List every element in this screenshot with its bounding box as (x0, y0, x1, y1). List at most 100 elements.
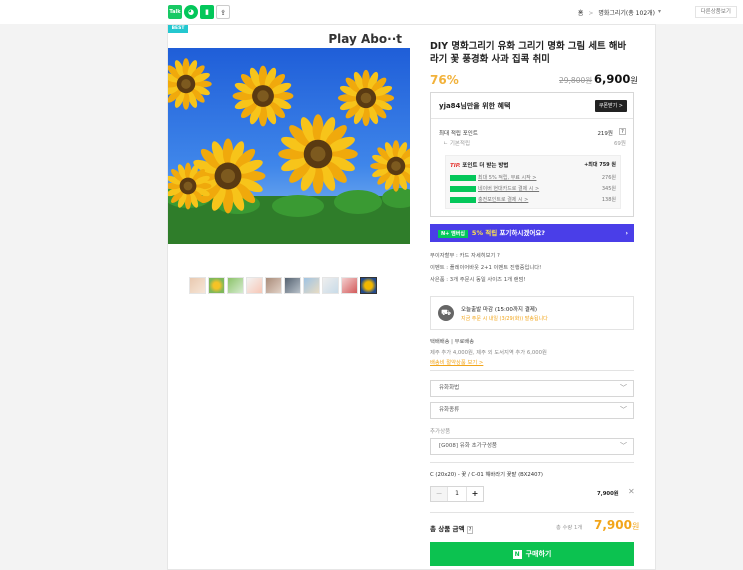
option-select-method[interactable]: 유화화법 ﹀ (430, 380, 634, 397)
thumbnail[interactable] (189, 277, 206, 294)
shipping-extra: 제주 추가 4,000원, 제주 외 도서지역 추가 6,000원 (430, 350, 547, 356)
thumbnail[interactable] (322, 277, 339, 294)
bookmark-icon[interactable]: ▮ (200, 5, 214, 19)
installment-info[interactable]: 무이자할부 : 카드 자세히보기 ? (430, 251, 500, 259)
store-logo-icon[interactable]: ◕ (184, 5, 198, 19)
tip-box: TIP. 포인트 더 받는 방법 +최대 759 원 최대 5% 적립, 무료 … (445, 155, 621, 209)
npay-badge-icon (450, 185, 476, 192)
banner-highlight: 5% 적립 (471, 229, 498, 237)
thumbnail-strip (189, 277, 377, 294)
banner-text: 포기하시겠어요? (497, 229, 546, 237)
sale-price-value: 6,900 (594, 72, 631, 86)
brand-logo: Play Abo··t (328, 32, 402, 46)
total-price-value: 7,900 (594, 518, 632, 532)
best-badge: BEST (168, 25, 188, 33)
option-select-type[interactable]: 유화종류 ﹀ (430, 402, 634, 419)
tip-title: TIP. 포인트 더 받는 방법 (450, 161, 509, 169)
tip-row-value: 138원 (601, 197, 616, 203)
sunflower (337, 69, 395, 127)
top-bar: Talk ◕ ▮ ⇪ 홈 > 명화그리기(총 102개) ▾ 다른상품보기 (0, 0, 743, 24)
total-price-unit: 원 (631, 522, 640, 531)
chevron-down-icon: ﹀ (620, 442, 627, 450)
truck-icon: ⛟ (438, 305, 454, 321)
remove-option-icon[interactable]: ✕ (628, 487, 635, 496)
tip-row[interactable]: 네이버 현대카드로 결제 시 > (450, 185, 539, 192)
buy-button-label: 구매하기 (525, 550, 552, 558)
thumbnail[interactable] (284, 277, 301, 294)
tip-row[interactable]: 최대 5% 적립, 무료 시작 > (450, 174, 536, 181)
buy-button[interactable]: N 구매하기 (430, 542, 634, 566)
gift-info: 사은품 : 3개 주문시 동일 사이즈 1개 랜덤! (430, 277, 526, 283)
basic-points-text: 기본적립 (449, 141, 471, 147)
sale-price-unit: 원 (630, 76, 638, 85)
npay-badge-icon (450, 174, 476, 181)
delivery-deadline: 오늘출발 마감 (15:00까지 결제) (461, 307, 537, 313)
thumbnail[interactable] (265, 277, 282, 294)
divider (430, 462, 634, 463)
chevron-down-icon: ﹀ (620, 384, 627, 392)
tip-row-value: 345원 (601, 186, 616, 192)
delivery-eta: 지금 주문 시 내일 (3/29(화)) 발송됩니다 (461, 316, 548, 322)
basic-points-label: ㄴ 기본적립 (443, 141, 471, 147)
sunflower-painting (168, 26, 410, 244)
basic-points-value: 69원 (613, 141, 626, 147)
points-info-icon[interactable]: ? (619, 128, 626, 135)
tip-total: +최대 759 원 (584, 162, 616, 168)
breadcrumb: 홈 > 명화그리기(총 102개) (578, 8, 655, 17)
npay-icon: N (512, 549, 522, 559)
shipping-label: 택배배송 | 무료배송 (430, 339, 475, 345)
tip-row-label: 네이버 현대카드로 결제 시 > (478, 186, 540, 192)
thumbnail[interactable] (208, 277, 225, 294)
coupon-button[interactable]: 쿠폰받기 > (594, 100, 627, 112)
max-points-label: 최대 적립 포인트 (439, 131, 478, 137)
benefit-title: yja84님만을 위한 혜택 (439, 102, 511, 110)
breadcrumb-home[interactable]: 홈 (578, 10, 584, 17)
discount-rate: 76% (430, 73, 459, 87)
product-main-image[interactable]: Play Abo··t (168, 26, 410, 244)
talk-icon[interactable]: Talk (168, 5, 182, 19)
banner-prefix: N+ 멤버십 (438, 230, 468, 238)
option-select-label: [G008] 유화 초가구성품 (439, 443, 497, 449)
total-label-text: 총 상품 금액 (430, 525, 465, 533)
thumbnail[interactable] (303, 277, 320, 294)
extra-product-select[interactable]: [G008] 유화 초가구성품 ﹀ (430, 438, 634, 455)
total-quantity: 총 수량 1개 (556, 525, 583, 531)
thumbnail[interactable] (246, 277, 263, 294)
npay-badge-icon (450, 196, 476, 203)
breadcrumb-separator: > (588, 10, 594, 17)
shipping-saving-link[interactable]: 배송비 절약상품 보기 > (430, 358, 483, 366)
chevron-down-icon[interactable]: ▾ (658, 8, 661, 15)
tip-title-text: 포인트 더 받는 방법 (462, 163, 509, 169)
chevron-down-icon: ﹀ (620, 406, 627, 414)
original-price: 29,800원 (559, 76, 593, 85)
chosen-option-price: 7,900원 (597, 491, 619, 497)
extra-product-label: 추가상품 (430, 429, 451, 435)
more-products-button[interactable]: 다른상품보기 (694, 6, 737, 18)
tip-prefix: TIP. (450, 163, 461, 169)
product-title: DIY 명화그리기 유화 그리기 명화 그림 세트 해바라기 꽃 풍경화 사과 … (430, 41, 627, 65)
thumbnail-selected[interactable] (360, 277, 377, 294)
total-label: 총 상품 금액 ? (430, 523, 474, 534)
chevron-right-icon: › (625, 229, 628, 237)
tip-row-label: 최대 5% 적립, 무료 시작 > (478, 175, 537, 181)
total-price: 7,900원 (594, 518, 639, 532)
breadcrumb-category[interactable]: 명화그리기(총 102개) (598, 10, 655, 17)
option-select-label: 유화종류 (439, 407, 460, 413)
tip-row[interactable]: 충전포인트로 결제 시 > (450, 196, 528, 203)
divider (430, 512, 634, 513)
tip-row-label: 충전포인트로 결제 시 > (478, 197, 529, 203)
benefit-header: yja84님만을 위한 혜택 쿠폰받기 > (431, 93, 633, 119)
chosen-option-name: C (20x20) - 꽃 / C-01 해바라기 꽃밭 (BX2407) (430, 472, 543, 478)
membership-banner[interactable]: N+ 멤버십 5% 적립 포기하시겠어요? › (430, 224, 634, 242)
today-delivery-box: ⛟ 오늘출발 마감 (15:00까지 결제) 지금 주문 시 내일 (3/29(… (430, 296, 634, 330)
thumbnail[interactable] (227, 277, 244, 294)
benefit-box: yja84님만을 위한 혜택 쿠폰받기 > 최대 적립 포인트 219원 ? ㄴ… (430, 92, 634, 217)
quantity-input[interactable]: 1 (447, 487, 467, 501)
quantity-stepper: − 1 + (430, 486, 484, 502)
total-info-icon[interactable]: ? (466, 526, 474, 534)
sunflower (232, 65, 294, 127)
quantity-minus-button[interactable]: − (431, 487, 447, 501)
thumbnail[interactable] (341, 277, 358, 294)
share-icon[interactable]: ⇪ (216, 5, 230, 19)
quantity-plus-button[interactable]: + (467, 487, 483, 501)
